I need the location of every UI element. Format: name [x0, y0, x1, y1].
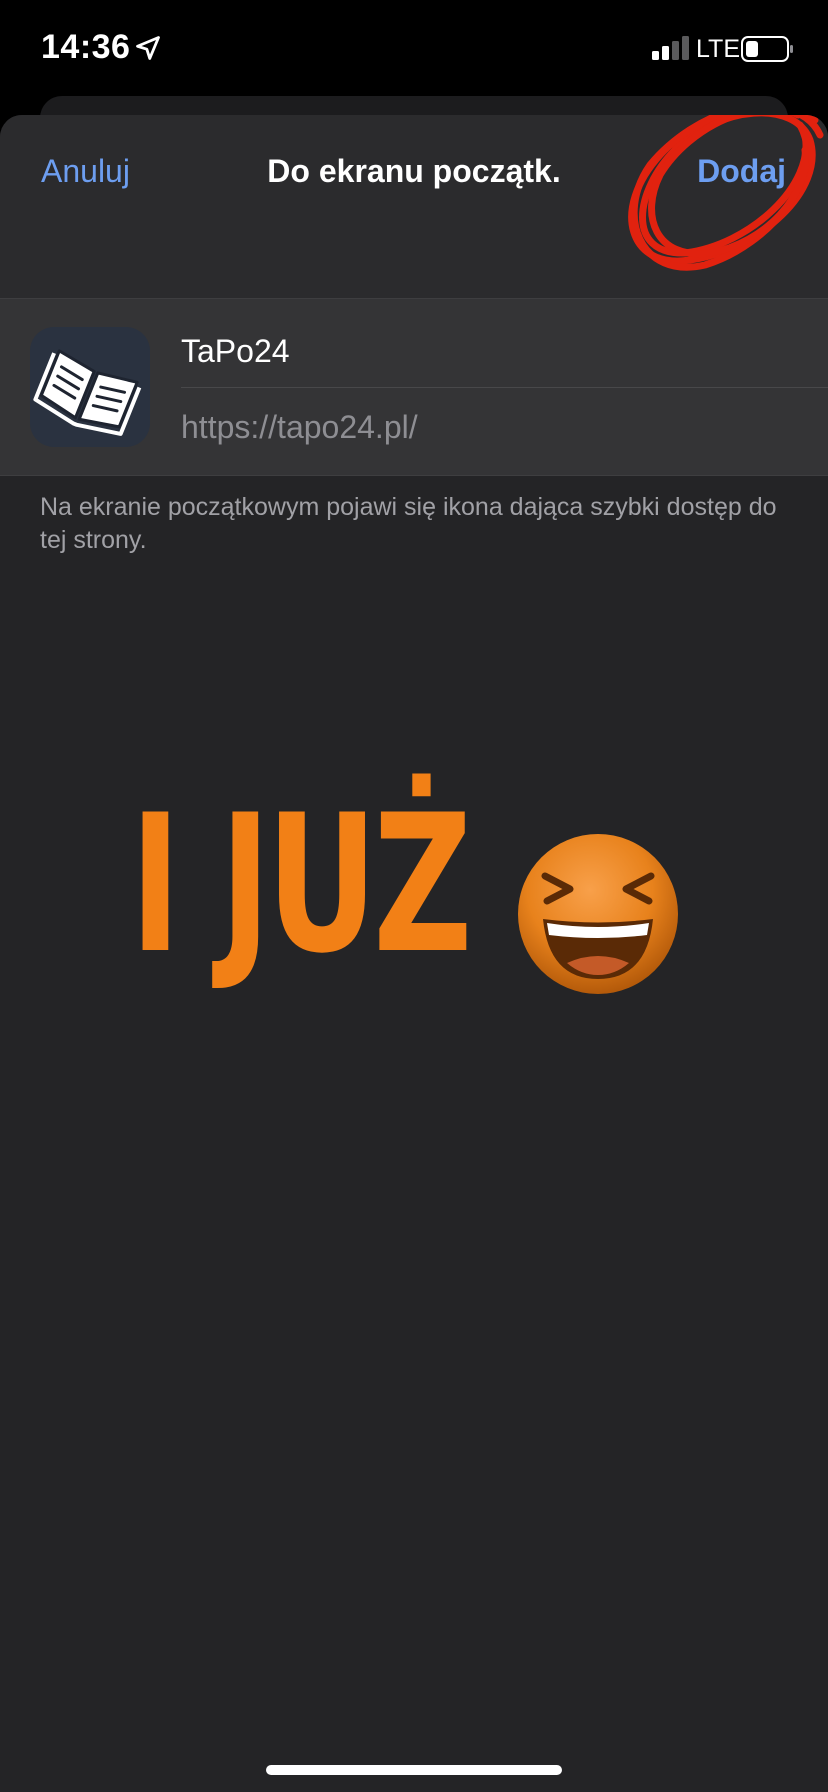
add-to-home-sheet: Anuluj Do ekranu początk. Dodaj TaPo24 h… — [0, 115, 828, 1792]
bookmark-form: https://tapo24.pl/ — [0, 298, 828, 476]
signal-icon — [652, 36, 689, 60]
battery-icon — [741, 36, 793, 62]
footer-note: Na ekranie początkowym pojawi się ikona … — [40, 493, 777, 554]
status-time: 14:36 — [41, 28, 131, 66]
cancel-button[interactable]: Anuluj — [41, 153, 130, 190]
add-button[interactable]: Dodaj — [697, 153, 786, 190]
sheet-nav-bar: Anuluj Do ekranu początk. Dodaj — [0, 115, 828, 298]
home-indicator[interactable] — [266, 1765, 562, 1775]
bookmark-name-input[interactable] — [181, 321, 828, 381]
laughing-face-emoji — [518, 834, 678, 994]
open-book-icon — [30, 327, 150, 447]
location-arrow-icon — [136, 36, 160, 60]
bookmark-url: https://tapo24.pl/ — [181, 409, 418, 445]
overlay-caption: I JUŻ — [130, 774, 472, 995]
status-bar: 14:36 LTE — [0, 0, 828, 96]
field-divider — [181, 387, 828, 388]
network-type: LTE — [696, 35, 740, 63]
red-scribble-annotation — [628, 115, 824, 271]
